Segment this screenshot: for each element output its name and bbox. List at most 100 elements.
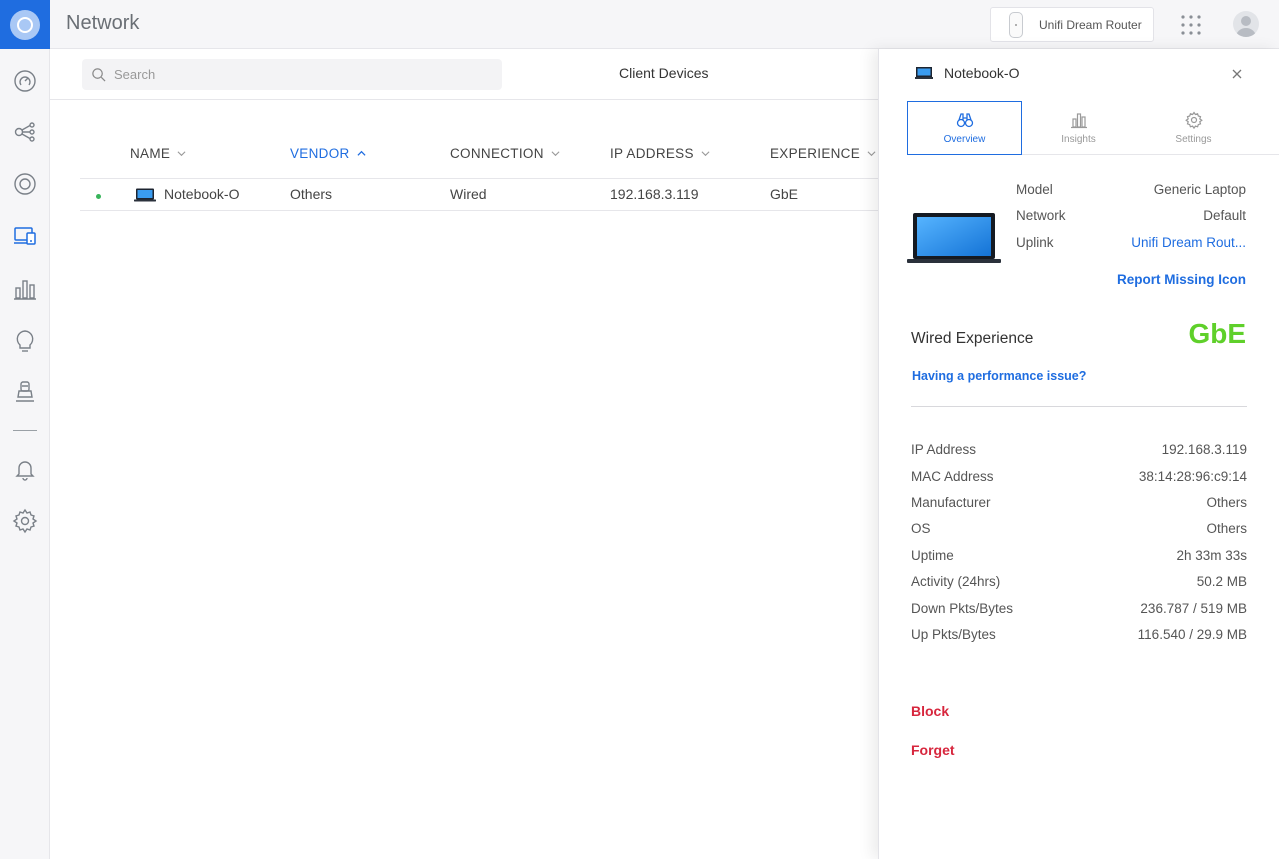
detail-value: 2h 33m 33s	[1176, 548, 1247, 563]
detail-ip-address: IP Address 192.168.3.119	[911, 442, 1247, 462]
client-detail-panel: Notebook-O Overview Insights Settings Mo…	[878, 49, 1279, 859]
notifications-icon[interactable]	[11, 455, 39, 483]
detail-mac-address: MAC Address 38:14:28:96:c9:14	[911, 469, 1247, 489]
uplink-link[interactable]: Unifi Dream Rout...	[1131, 235, 1246, 250]
column-vendor[interactable]: VENDOR	[290, 146, 366, 161]
report-missing-icon-link[interactable]: Report Missing Icon	[1117, 272, 1246, 287]
detail-value: 50.2 MB	[1196, 574, 1247, 589]
detail-value: 38:14:28:96:c9:14	[1138, 469, 1247, 484]
tab-label: Overview	[943, 134, 986, 145]
client-ip: 192.168.3.119	[610, 186, 699, 202]
clients-icon[interactable]	[11, 222, 39, 250]
column-label: EXPERIENCE	[770, 146, 861, 161]
tab-settings[interactable]: Settings	[1136, 101, 1251, 155]
column-label: VENDOR	[290, 146, 350, 161]
model-value: Generic Laptop	[1153, 182, 1246, 197]
column-connection[interactable]: CONNECTION	[450, 146, 560, 161]
apps-grid-icon[interactable]	[1180, 14, 1202, 36]
router-icon	[1009, 11, 1023, 38]
performance-issue-link[interactable]: Having a performance issue?	[912, 369, 1086, 383]
online-status-dot	[96, 194, 101, 199]
system-log-icon[interactable]	[11, 378, 39, 406]
tab-overview[interactable]: Overview	[907, 101, 1022, 155]
binoculars-icon	[956, 113, 973, 128]
network-value: Default	[1203, 208, 1246, 223]
detail-uptime: Uptime 2h 33m 33s	[911, 548, 1247, 568]
column-experience[interactable]: EXPERIENCE	[770, 146, 876, 161]
bar-chart-icon	[1070, 113, 1087, 129]
client-vendor: Others	[290, 186, 333, 202]
unifi-logo[interactable]	[0, 0, 50, 49]
search-icon	[92, 68, 106, 82]
block-button[interactable]: Block	[911, 703, 949, 719]
user-icon	[1236, 16, 1256, 37]
topology-icon[interactable]	[11, 118, 39, 146]
detail-os: OS Others	[911, 521, 1247, 541]
column-label: CONNECTION	[450, 146, 544, 161]
search-box[interactable]	[82, 59, 502, 90]
detail-label: Manufacturer	[911, 495, 991, 510]
tab-insights[interactable]: Insights	[1021, 101, 1136, 155]
detail-value: 192.168.3.119	[1161, 442, 1247, 457]
column-label: IP ADDRESS	[610, 146, 694, 161]
tab-label: Settings	[1175, 134, 1212, 145]
dashboard-icon[interactable]	[11, 67, 39, 95]
detail-label: Up Pkts/Bytes	[911, 627, 996, 642]
settings-icon[interactable]	[11, 507, 39, 535]
device-name: Unifi Dream Router	[1039, 17, 1142, 32]
sidebar-divider	[13, 430, 37, 431]
divider	[911, 406, 1247, 407]
detail-value: 116.540 / 29.9 MB	[1137, 627, 1247, 642]
detail-label: IP Address	[911, 442, 977, 457]
client-connection: Wired	[450, 186, 487, 202]
top-bar: Network Unifi Dream Router	[50, 0, 1279, 49]
detail-up-bytes: Up Pkts/Bytes 116.540 / 29.9 MB	[911, 627, 1247, 647]
client-experience: GbE	[770, 186, 799, 202]
detail-label: Down Pkts/Bytes	[911, 601, 1014, 616]
table-header: NAME VENDOR CONNECTION IP ADDRESS EXPERI…	[80, 137, 880, 179]
panel-tabs: Overview Insights Settings	[907, 101, 1279, 155]
column-label: NAME	[130, 146, 171, 161]
detail-value: Others	[1206, 521, 1247, 536]
uplink-label: Uplink	[1016, 235, 1054, 250]
page-title: Client Devices	[619, 65, 709, 81]
laptop-icon	[134, 188, 156, 202]
gear-icon	[1184, 111, 1203, 129]
model-label: Model	[1016, 182, 1053, 197]
tab-label: Insights	[1061, 134, 1096, 145]
search-input[interactable]	[114, 67, 494, 82]
network-label: Network	[1016, 208, 1066, 223]
statistics-icon[interactable]	[11, 275, 39, 303]
app-title: Network	[66, 12, 140, 34]
table-row[interactable]: Notebook-O Others Wired 192.168.3.119 Gb…	[80, 179, 880, 211]
subheader: Client Devices	[50, 49, 880, 100]
experience-value: GbE	[1188, 318, 1246, 349]
experience-title: Wired Experience	[911, 330, 1034, 347]
detail-value: 236.787 / 519 MB	[1140, 601, 1247, 616]
devices-icon[interactable]	[11, 170, 39, 198]
user-avatar[interactable]	[1233, 11, 1259, 37]
panel-title: Notebook-O	[944, 65, 1020, 81]
detail-down-bytes: Down Pkts/Bytes 236.787 / 519 MB	[911, 601, 1247, 621]
laptop-icon	[915, 67, 933, 79]
detail-label: Uptime	[911, 548, 954, 563]
laptop-device-image	[907, 213, 1001, 263]
chevron-down-icon	[551, 151, 560, 157]
insights-icon[interactable]	[11, 327, 39, 355]
column-ip-address[interactable]: IP ADDRESS	[610, 146, 710, 161]
detail-activity: Activity (24hrs) 50.2 MB	[911, 574, 1247, 594]
chevron-down-icon	[867, 151, 876, 157]
sidebar	[0, 0, 50, 859]
detail-label: MAC Address	[911, 469, 994, 484]
chevron-down-icon	[177, 151, 186, 157]
close-icon[interactable]	[1230, 67, 1244, 81]
detail-label: OS	[911, 521, 931, 536]
detail-label: Activity (24hrs)	[911, 574, 1001, 589]
detail-value: Others	[1206, 495, 1247, 510]
forget-button[interactable]: Forget	[911, 742, 955, 758]
column-name[interactable]: NAME	[130, 146, 186, 161]
detail-manufacturer: Manufacturer Others	[911, 495, 1247, 515]
device-selector[interactable]: Unifi Dream Router	[990, 7, 1154, 42]
chevron-down-icon	[701, 151, 710, 157]
client-name: Notebook-O	[164, 186, 240, 202]
